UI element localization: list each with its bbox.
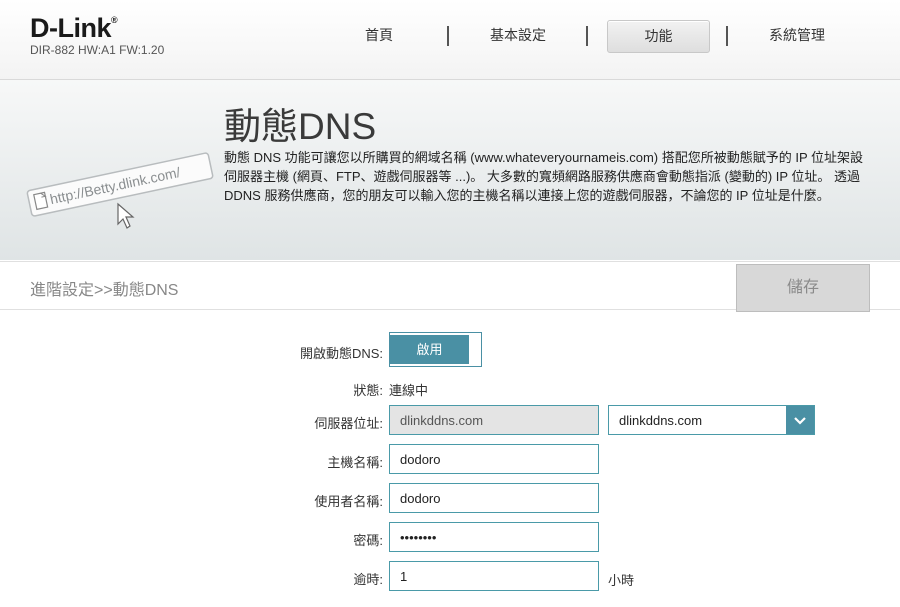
page-description: 動態 DNS 功能可讓您以所購買的網域名稱 (www.whateveryourn… xyxy=(224,150,863,203)
nav-basic-settings[interactable]: 基本設定 xyxy=(458,20,578,51)
page-title: 動態DNS xyxy=(224,106,377,147)
hw-info: DIR-882 HW:A1 FW:1.20 xyxy=(30,43,165,57)
nav-separator xyxy=(726,26,728,46)
timeout-label: 逾時: xyxy=(353,572,383,587)
password-input[interactable] xyxy=(389,522,599,552)
save-button[interactable]: 儲存 xyxy=(736,264,870,312)
main-nav: 首頁 基本設定 功能 系統管理 xyxy=(320,20,880,53)
cursor-icon xyxy=(117,202,135,229)
brand-logo: D-Link® xyxy=(30,13,118,43)
header: D-Link® DIR-882 HW:A1 FW:1.20 首頁 基本設定 功能… xyxy=(0,0,900,80)
server-select-value: dlinkddns.com xyxy=(619,413,703,428)
nav-home[interactable]: 首頁 xyxy=(320,20,438,51)
status-value: 連線中 xyxy=(389,383,429,398)
breadcrumb: 進階設定>>動態DNS xyxy=(30,282,179,299)
url-address-art: http://Betty.dlink.com/ xyxy=(26,152,214,229)
registered-mark: ® xyxy=(111,15,118,25)
password-label: 密碼: xyxy=(353,533,383,548)
user-name-input[interactable] xyxy=(389,483,599,513)
banner: http://Betty.dlink.com/ 動態DNS 動態 DNS 功能可… xyxy=(0,80,900,260)
host-name-input[interactable] xyxy=(389,444,599,474)
timeout-unit: 小時 xyxy=(608,573,635,588)
nav-system-management[interactable]: 系統管理 xyxy=(735,20,859,51)
chevron-down-icon[interactable] xyxy=(786,406,814,434)
server-address-input[interactable] xyxy=(389,405,599,435)
user-name-label: 使用者名稱: xyxy=(314,494,383,509)
timeout-input[interactable] xyxy=(389,561,599,591)
status-label: 狀態: xyxy=(353,383,383,398)
host-name-label: 主機名稱: xyxy=(327,455,383,470)
nav-separator xyxy=(447,26,449,46)
nav-separator xyxy=(586,26,588,46)
server-address-select[interactable]: dlinkddns.com xyxy=(608,405,815,435)
section-bar: 進階設定>>動態DNS 儲存 xyxy=(0,261,900,312)
nav-features[interactable]: 功能 xyxy=(607,20,710,53)
enable-ddns-toggle[interactable]: 啟用 xyxy=(389,332,482,367)
enable-ddns-label: 開啟動態DNS: xyxy=(299,346,383,361)
server-address-label: 伺服器位址: xyxy=(314,416,383,431)
toggle-on-state: 啟用 xyxy=(390,335,469,364)
